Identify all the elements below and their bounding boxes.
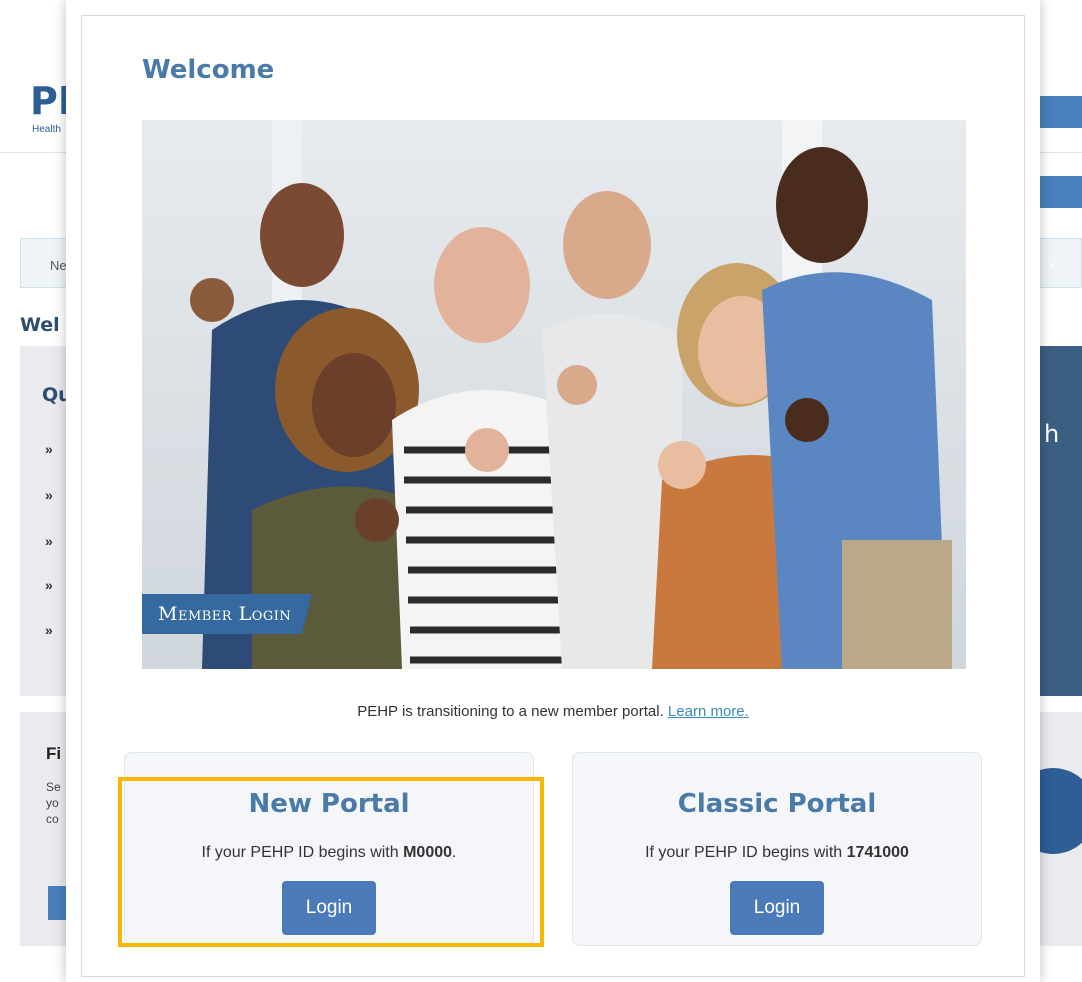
classic-portal-description: If your PEHP ID begins with 1741000 — [573, 844, 981, 862]
transition-notice-text: PEHP is transitioning to a new member po… — [357, 703, 664, 720]
find-panel-title: Fi — [46, 744, 62, 763]
classic-portal-desc-prefix: If your PEHP ID begins with — [645, 844, 843, 861]
classic-portal-title: Classic Portal — [677, 789, 877, 819]
new-portal-login-button[interactable]: Login — [282, 881, 376, 935]
pehp-logo-subtitle: Health — [32, 124, 61, 135]
find-panel-text: Se — [46, 780, 61, 794]
header-dropdown-button[interactable] — [1040, 96, 1082, 128]
quick-link-bullet[interactable]: » — [45, 577, 53, 593]
new-portal-desc-suffix: . — [452, 844, 457, 861]
quick-link-bullet[interactable]: » — [45, 533, 53, 549]
classic-portal-id-value: 1741000 — [846, 844, 909, 861]
member-login-badge: Member Login — [142, 594, 313, 634]
hero-image: Member Login — [142, 120, 966, 669]
modal-title: Welcome — [142, 55, 275, 85]
new-portal-id-value: M0000 — [403, 844, 453, 861]
find-panel-text: co — [46, 812, 59, 826]
alert-close-icon[interactable]: × — [1048, 258, 1056, 273]
new-portal-desc-prefix: If your PEHP ID begins with — [201, 844, 399, 861]
quick-link-bullet[interactable]: » — [45, 441, 53, 457]
quick-link-bullet[interactable]: » — [45, 487, 53, 503]
new-portal-description: If your PEHP ID begins with M0000. — [125, 844, 533, 862]
new-portal-title: New Portal — [248, 789, 410, 819]
welcome-modal: Welcome Member Login PEHP is transitioni… — [66, 0, 1040, 982]
new-portal-card: New Portal If your PEHP ID begins with M… — [124, 752, 534, 946]
learn-more-link[interactable]: Learn more. — [668, 703, 749, 720]
transition-notice: PEHP is transitioning to a new member po… — [66, 703, 1040, 720]
group-thumbs-up-photo — [142, 120, 966, 669]
classic-portal-card: Classic Portal If your PEHP ID begins wi… — [572, 752, 982, 946]
quick-link-bullet[interactable]: » — [45, 622, 53, 638]
promo-panel-text: h — [1044, 420, 1060, 448]
member-login-badge-text: Member Login — [158, 603, 292, 625]
classic-portal-login-button[interactable]: Login — [730, 881, 824, 935]
page-welcome-heading: Wel — [20, 314, 60, 336]
alert-text: Ne — [50, 258, 67, 273]
secondary-dropdown-button[interactable] — [1040, 176, 1082, 208]
promo-panel — [1040, 346, 1082, 696]
find-panel-text: yo — [46, 796, 59, 810]
